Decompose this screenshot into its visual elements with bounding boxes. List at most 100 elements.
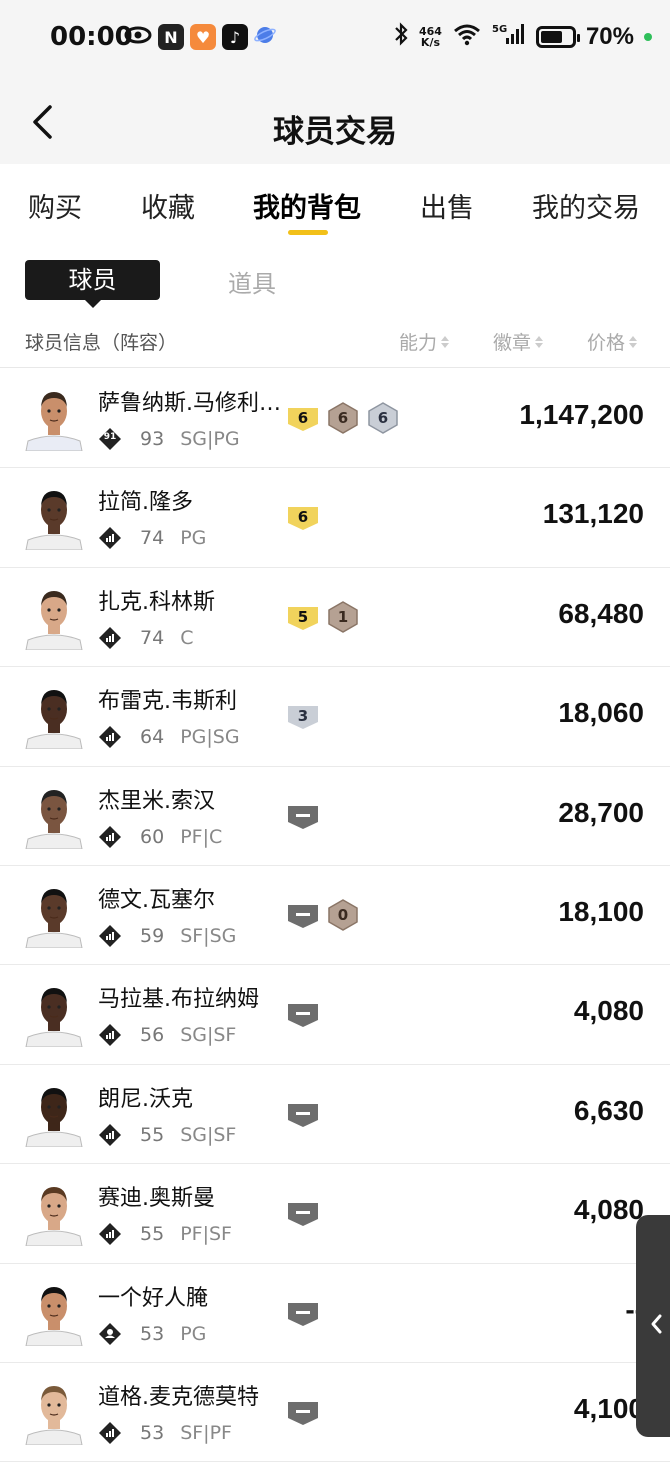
player-row[interactable]: 萨鲁纳斯.马修利… 91 93 SG|PG 6 6 6 1,147,200 [0, 369, 670, 469]
status-time: 00:00 [50, 22, 133, 52]
player-rating: 60 [140, 825, 165, 848]
player-avatar [24, 1278, 84, 1346]
player-meta: 59 SF|SG [98, 924, 236, 948]
player-avatar [24, 781, 84, 849]
player-position: SF|PF [180, 1421, 232, 1444]
player-avatar [24, 979, 84, 1048]
badge-list: 3 [286, 699, 320, 733]
battery-icon [535, 25, 580, 48]
player-meta: 53 SF|PF [98, 1421, 232, 1445]
badge-label: 6 [297, 508, 309, 527]
tab-my-trades[interactable]: 我的交易 [532, 186, 640, 225]
badge-list [286, 997, 320, 1031]
sort-arrows-icon [441, 335, 450, 348]
player-meta: 53 PG [98, 1322, 206, 1346]
tier-bars-icon [98, 626, 122, 650]
player-row[interactable]: 道格.麦克德莫特 53 SF|PF 4,100 [0, 1363, 670, 1463]
player-name: 道格.麦克德莫特 [98, 1384, 259, 1410]
player-row[interactable]: 一个好人腌 53 PG -- [0, 1264, 670, 1363]
player-row[interactable]: 赛迪.奥斯曼 55 PF|SF 4,080 [0, 1164, 670, 1264]
player-row[interactable]: 马拉基.布拉纳姆 56 SG|SF 4,080 [0, 965, 670, 1065]
page-title: 球员交易 [273, 114, 397, 150]
badge-list: 0 [286, 898, 360, 932]
eye-icon [124, 25, 152, 49]
badge-label: 6 [297, 409, 309, 427]
chevron-left-icon [649, 1313, 663, 1339]
player-rating: 53 [140, 1421, 165, 1444]
player-position: SG|SF [180, 1024, 237, 1047]
player-meta: 55 SG|SF [98, 1123, 236, 1147]
player-name: 扎克.科林斯 [98, 589, 215, 615]
player-name: 德文.瓦塞尔 [98, 887, 215, 913]
player-avatar [24, 681, 84, 750]
tier-bars-icon [98, 526, 122, 550]
side-drawer-handle[interactable] [636, 1215, 670, 1437]
player-row[interactable]: 朗尼.沃克 55 SG|SF 6,630 [0, 1065, 670, 1165]
network-speed: 464 K/s [418, 24, 442, 49]
no-badge-icon [286, 1296, 320, 1330]
player-price: 1,147,200 [519, 399, 644, 430]
planet-icon [254, 24, 276, 50]
player-row[interactable]: 扎克.科林斯 74 C 5 1 68,480 [0, 568, 670, 668]
player-name: 马拉基.布拉纳姆 [98, 987, 259, 1013]
player-name: 一个好人腌 [98, 1285, 209, 1311]
tab-my-backpack[interactable]: 我的背包 [253, 186, 361, 225]
svg-text:5G: 5G [492, 24, 507, 35]
tab-favorites[interactable]: 收藏 [141, 186, 195, 225]
badge-label: 3 [297, 707, 309, 726]
player-rating: 59 [140, 924, 165, 947]
player-position: PG|SG [180, 726, 240, 749]
player-rating: 74 [140, 527, 165, 550]
no-badge-icon [286, 1097, 320, 1131]
tier-bars-icon [98, 1123, 122, 1147]
active-tab-indicator [288, 230, 328, 235]
sort-arrows-icon [535, 335, 544, 348]
player-name: 朗尼.沃克 [98, 1086, 193, 1112]
tier-diamond-icon: 91 [98, 427, 122, 451]
nav-bar: 球员交易 [0, 80, 670, 164]
tab-buy[interactable]: 购买 [28, 186, 82, 225]
player-row[interactable]: 拉简.隆多 74 PG 6 131,120 [0, 468, 670, 568]
subtab-players[interactable]: 球员 [25, 260, 160, 308]
player-row[interactable]: 德文.瓦塞尔 59 SF|SG 0 18,100 [0, 866, 670, 966]
tab-sell[interactable]: 出售 [420, 186, 474, 225]
player-row[interactable]: 布雷克.韦斯利 64 PG|SG 3 18,060 [0, 667, 670, 767]
no-badge-icon [286, 898, 320, 932]
player-rating: 53 [140, 1322, 165, 1345]
tier-bars-icon [98, 1023, 122, 1047]
bronze-badge-icon: 1 [326, 600, 360, 634]
player-name: 布雷克.韦斯利 [98, 689, 237, 715]
sort-badge[interactable]: 徽章 [493, 328, 544, 355]
player-name: 杰里米.索汉 [98, 788, 215, 814]
player-row[interactable]: 杰里米.索汉 60 PF|C 28,700 [0, 767, 670, 866]
player-position: SF|SG [180, 924, 237, 947]
badge-list: 6 6 6 [286, 401, 400, 435]
player-rating: 55 [140, 1123, 165, 1146]
no-badge-icon [286, 799, 320, 833]
player-meta: 60 PF|C [98, 825, 222, 849]
tiktok-icon: ♪ [222, 24, 248, 50]
status-system-icons: 464 K/s 5G 70% [393, 22, 652, 51]
player-avatar [24, 1079, 84, 1147]
player-avatar [24, 1377, 84, 1445]
gold-badge-icon: 6 [286, 401, 320, 435]
tier-bars-icon [98, 924, 122, 948]
player-position: SG|PG [180, 428, 240, 450]
player-rating: 56 [140, 1024, 165, 1047]
player-price: 68,480 [558, 597, 644, 629]
sort-ability[interactable]: 能力 [399, 328, 450, 355]
main-tabs: 购买 收藏 我的背包 出售 我的交易 [0, 164, 670, 244]
nfc-icon: N [158, 24, 184, 50]
sort-price[interactable]: 价格 [587, 328, 638, 355]
player-price: 6,630 [573, 1094, 644, 1126]
badge-label: 6 [337, 409, 349, 427]
player-rating: 74 [140, 626, 165, 649]
gold-badge-icon: 5 [286, 600, 320, 634]
subtab-items[interactable]: 道具 [228, 264, 276, 299]
silver-badge-icon: 6 [366, 401, 400, 435]
player-meta: 74 PG [98, 526, 206, 550]
player-meta: 55 PF|SF [98, 1222, 232, 1246]
badge-list [286, 1395, 320, 1429]
player-price: 18,100 [558, 895, 644, 927]
no-badge-icon [286, 997, 320, 1031]
